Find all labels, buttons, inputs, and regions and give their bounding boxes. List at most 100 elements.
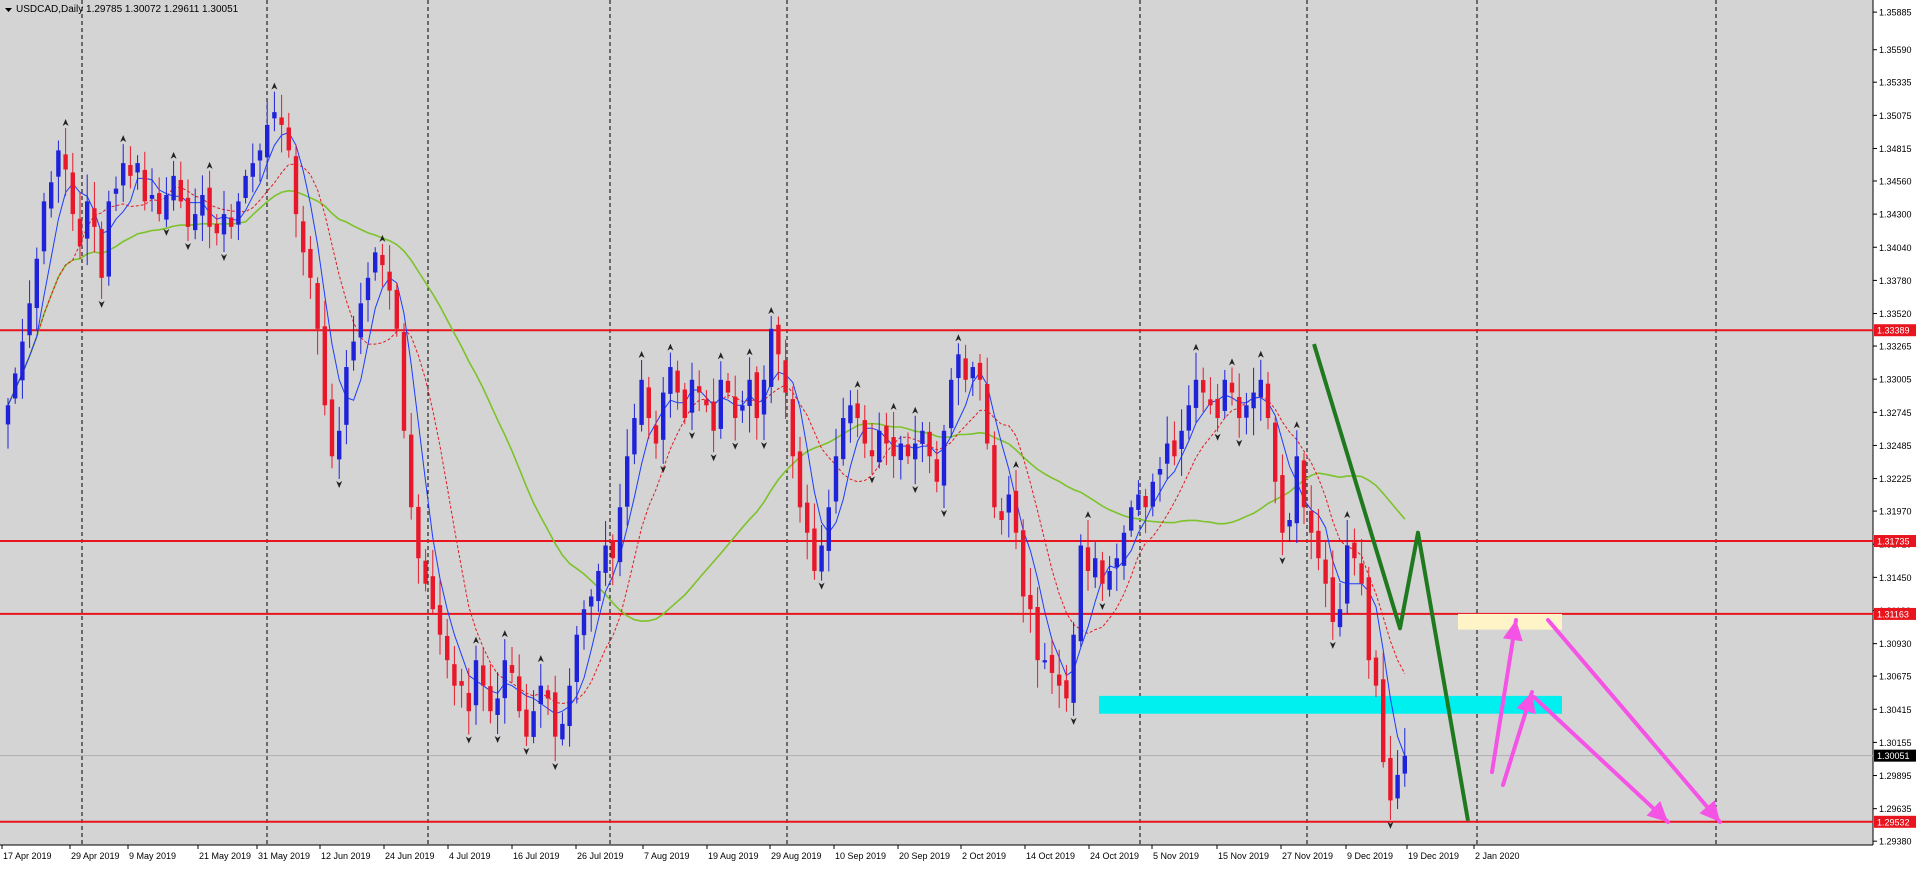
candle-body [1186, 405, 1191, 431]
candle-body [1100, 560, 1105, 584]
time-tick-label: 29 Aug 2019 [771, 851, 822, 861]
candle-body [1388, 758, 1393, 801]
candle-body [531, 711, 536, 737]
candle-body [121, 163, 126, 186]
candle-body [927, 431, 932, 457]
candle-body [783, 360, 788, 393]
time-tick-label: 2 Oct 2019 [962, 851, 1006, 861]
candle-body [596, 570, 601, 602]
candle-body [553, 692, 558, 737]
candle-body [243, 175, 248, 198]
candle-body [430, 576, 435, 610]
price-tick-label: 1.32225 [1879, 474, 1912, 484]
candle-body [639, 379, 644, 425]
candle-body [941, 430, 947, 486]
price-tick-label: 1.34300 [1879, 210, 1912, 220]
candle-body [797, 451, 803, 508]
candle-body [913, 443, 918, 460]
candle-body [1366, 577, 1371, 661]
candle-body [113, 188, 119, 194]
candle-body [387, 271, 392, 291]
candle-body [1121, 532, 1127, 566]
candle-body [265, 124, 270, 158]
time-tick-label: 19 Dec 2019 [1408, 851, 1459, 861]
candle-body [1157, 469, 1163, 475]
candle-body [70, 172, 75, 215]
candle-body [229, 217, 234, 227]
candle-body [812, 528, 817, 571]
level-price-tag: 1.31163 [1877, 609, 1909, 619]
candlestick-chart: 1.35885 1.35590 1.35335 1.35075 1.34815 1.345… [0, 0, 1916, 865]
price-tick-label: 1.31970 [1879, 507, 1912, 517]
price-axis-panel [1873, 0, 1916, 845]
candle-body [956, 354, 961, 379]
candle-body [13, 373, 18, 399]
candle-body [437, 605, 443, 635]
price-tick-label: 1.33005 [1879, 375, 1912, 385]
candle-body [164, 195, 169, 220]
candle-body [1179, 430, 1184, 449]
candle-body [1143, 496, 1148, 508]
price-tick-label: 1.32485 [1879, 441, 1912, 451]
candle-body [20, 341, 25, 381]
candle-body [1244, 405, 1249, 418]
candle-body [1273, 422, 1278, 482]
time-tick-label: 9 May 2019 [129, 851, 176, 861]
candle-body [1280, 475, 1285, 533]
chart-window: 1.35885 1.35590 1.35335 1.35075 1.34815 1.345… [0, 0, 1916, 865]
price-tick-label: 1.32745 [1879, 408, 1912, 418]
candle-body [149, 195, 155, 199]
header-symbol-ohlc: USDCAD,Daily 1.29785 1.30072 1.29611 1.3… [16, 4, 239, 15]
candle-body [1251, 392, 1256, 409]
candle-body [358, 303, 363, 338]
time-tick-label: 24 Oct 2019 [1090, 851, 1139, 861]
candle-body [63, 154, 68, 170]
candle-body [985, 384, 990, 444]
candle-body [646, 387, 651, 419]
candle-body [99, 229, 104, 278]
candle-body [1373, 657, 1379, 686]
candle-body [250, 163, 255, 177]
candle-body [1237, 397, 1242, 419]
candle-body [49, 182, 54, 209]
time-tick-label: 31 May 2019 [258, 851, 310, 861]
candle-body [675, 370, 680, 393]
price-tick-label: 1.34815 [1879, 144, 1912, 154]
candle-body [1165, 443, 1170, 464]
candle-body [157, 193, 162, 215]
candle-body [178, 179, 183, 202]
price-tick-label: 1.29895 [1879, 771, 1912, 781]
candle-body [999, 511, 1004, 520]
candle-body [589, 596, 594, 607]
time-tick-label: 7 Aug 2019 [644, 851, 690, 861]
candle-body [1013, 490, 1019, 533]
candle-body [1359, 563, 1364, 584]
candle-body [214, 223, 219, 234]
candle-body [1222, 379, 1227, 411]
candle-body [207, 187, 212, 227]
level-price-tag: 1.29532 [1877, 817, 1910, 827]
candle-body [805, 502, 810, 533]
candle-body [5, 405, 11, 425]
candle-body [581, 609, 587, 636]
candle-body [200, 195, 205, 216]
time-tick-label: 17 Apr 2019 [3, 851, 52, 861]
candle-body [668, 367, 673, 394]
candle-body [920, 430, 925, 444]
price-tick-label: 1.33265 [1879, 342, 1912, 352]
price-tick-label: 1.34560 [1879, 176, 1912, 186]
candle-body [41, 201, 47, 252]
candle-body [322, 326, 327, 406]
candle-body [1049, 654, 1055, 673]
candle-body [1229, 382, 1235, 393]
candle-body [949, 379, 954, 429]
candle-body [401, 332, 407, 431]
candle-body [459, 681, 464, 686]
candle-body [905, 444, 911, 457]
candle-body [524, 709, 529, 737]
candle-body [286, 127, 291, 151]
time-tick-label: 5 Nov 2019 [1153, 851, 1199, 861]
candle-body [445, 635, 450, 661]
time-tick-label: 26 Jul 2019 [577, 851, 624, 861]
candle-body [481, 665, 486, 686]
